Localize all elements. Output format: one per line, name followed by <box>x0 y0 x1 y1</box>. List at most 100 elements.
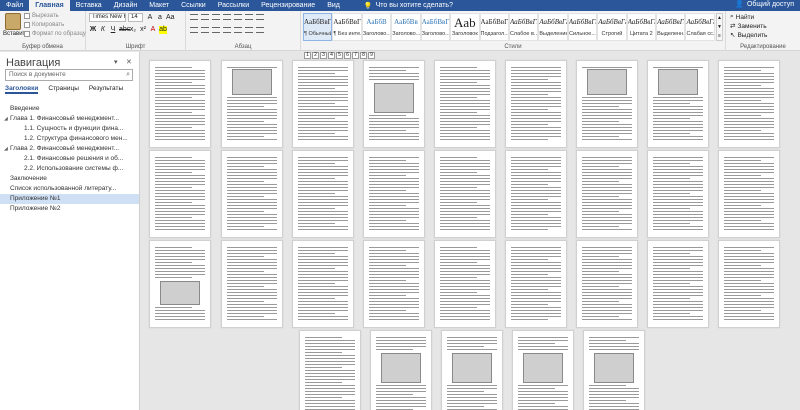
tab-layout[interactable]: Макет <box>143 0 175 11</box>
nav-heading-item[interactable]: 1.2. Структура финансового мен... <box>0 134 139 144</box>
document-area[interactable]: 123456789 <box>141 52 800 410</box>
multilevel-list-icon[interactable] <box>212 14 220 20</box>
style-item[interactable]: АаБбВвГг Цитата 2 <box>626 13 657 41</box>
page-thumbnail[interactable] <box>292 150 354 238</box>
style-item[interactable]: АаБбВвГ Заголово... <box>420 13 451 41</box>
tab-review[interactable]: Рецензирование <box>255 0 321 11</box>
page-thumbnail[interactable] <box>505 150 567 238</box>
style-item[interactable]: АаБбВвГг, ¶ Обычный <box>303 13 333 41</box>
page-thumbnail[interactable] <box>149 150 211 238</box>
underline-icon[interactable]: Ч <box>109 26 117 34</box>
tab-home[interactable]: Главная <box>29 0 70 11</box>
change-case-icon[interactable]: Aa <box>166 14 175 22</box>
page-thumbnail[interactable] <box>434 240 496 328</box>
close-icon[interactable]: ✕ <box>126 58 132 66</box>
select-button[interactable]: ↖ Выделить <box>730 31 767 40</box>
sort-icon[interactable] <box>245 14 253 20</box>
tab-references[interactable]: Ссылки <box>175 0 212 11</box>
borders-icon[interactable] <box>256 27 264 33</box>
font-name-box[interactable]: Times New R <box>89 13 126 22</box>
align-right-icon[interactable] <box>212 27 220 33</box>
page-thumbnail[interactable] <box>505 60 567 148</box>
style-item[interactable]: АаБбВвГг, ¶ Без инте... <box>332 13 362 41</box>
italic-icon[interactable]: К <box>99 26 107 34</box>
style-item[interactable]: АаБбВвГг Слабое в... <box>508 13 539 41</box>
page-thumbnail[interactable] <box>505 240 567 328</box>
nav-heading-item[interactable]: Список использованной литерату... <box>0 184 139 194</box>
style-item[interactable]: АаБбВвГг Строгий <box>597 13 627 41</box>
navigation-search-input[interactable]: Поиск в документе ⌕ <box>5 69 133 81</box>
style-item[interactable]: АаБбВвГг Слабая сс... <box>685 13 715 41</box>
page-thumbnail[interactable] <box>292 60 354 148</box>
nav-heading-item[interactable]: 1.1. Сущность и функции фина... <box>0 124 139 134</box>
page-thumbnail[interactable] <box>441 330 503 410</box>
page-thumbnail[interactable] <box>149 60 211 148</box>
font-size-box[interactable]: 14 <box>128 13 143 22</box>
nav-heading-item[interactable]: Приложение №2 <box>0 204 139 214</box>
tab-results[interactable]: Результаты <box>89 85 123 94</box>
tab-design[interactable]: Дизайн <box>108 0 144 11</box>
align-center-icon[interactable] <box>201 27 209 33</box>
tell-me-box[interactable]: 💡 Что вы хотите сделать? <box>364 2 453 10</box>
page-thumbnail[interactable] <box>647 60 709 148</box>
page-thumbnail[interactable] <box>718 240 780 328</box>
tab-headings[interactable]: Заголовки <box>5 85 39 94</box>
nav-heading-item[interactable]: 2.1. Финансовые решения и об... <box>0 154 139 164</box>
page-thumbnail[interactable] <box>221 60 283 148</box>
pane-options-icon[interactable]: ▾ <box>114 58 118 66</box>
page-thumbnail[interactable] <box>221 240 283 328</box>
bold-icon[interactable]: Ж <box>89 26 97 34</box>
page-thumbnail[interactable] <box>370 330 432 410</box>
page-thumbnail[interactable] <box>221 150 283 238</box>
chevron-up-icon[interactable]: ▲ <box>717 14 722 23</box>
style-item[interactable]: АаБбВвГг Выделение <box>538 13 568 41</box>
tab-insert[interactable]: Вставка <box>70 0 108 11</box>
style-item[interactable]: АаБбВвГг Сильное... <box>567 13 598 41</box>
page-thumbnail[interactable] <box>718 60 780 148</box>
style-item[interactable]: АаБбВв Заголово... <box>391 13 421 41</box>
numbering-icon[interactable] <box>201 14 209 20</box>
shading-icon[interactable] <box>245 27 253 33</box>
page-thumbnail[interactable] <box>292 240 354 328</box>
page-thumbnail[interactable] <box>576 150 638 238</box>
nav-heading-item[interactable]: ◢ Глава 1. Финансовый менеджмент... <box>0 114 139 124</box>
page-thumbnail[interactable] <box>512 330 574 410</box>
pilcrow-icon[interactable] <box>256 14 264 20</box>
shrink-font-icon[interactable]: a <box>156 14 164 22</box>
strikethrough-icon[interactable]: abc <box>119 26 130 34</box>
decrease-indent-icon[interactable] <box>223 14 231 20</box>
page-thumbnail[interactable] <box>434 150 496 238</box>
page-thumbnail[interactable] <box>149 240 211 328</box>
tab-mailings[interactable]: Рассылки <box>212 0 255 11</box>
tab-file[interactable]: Файл <box>0 0 29 11</box>
superscript-icon[interactable]: x² <box>139 26 147 34</box>
nav-heading-item[interactable]: ◢ Глава 2. Финансовый менеджмент... <box>0 144 139 154</box>
tab-view[interactable]: Вид <box>321 0 346 11</box>
paste-button[interactable]: Вставить <box>3 13 28 37</box>
page-thumbnail[interactable] <box>647 240 709 328</box>
tab-pages[interactable]: Страницы <box>48 85 79 94</box>
gallery-more-icon[interactable]: ≡ <box>717 32 722 41</box>
nav-heading-item[interactable]: Заключение <box>0 174 139 184</box>
line-spacing-icon[interactable] <box>234 27 242 33</box>
cut-button[interactable]: Вырезать <box>24 13 59 19</box>
page-thumbnail[interactable] <box>299 330 361 410</box>
increase-indent-icon[interactable] <box>234 14 242 20</box>
nav-heading-item[interactable]: Введение <box>0 104 139 114</box>
copy-button[interactable]: Копировать <box>24 22 64 28</box>
page-thumbnail[interactable] <box>363 150 425 238</box>
align-left-icon[interactable] <box>190 27 198 33</box>
chevron-down-icon[interactable]: ▼ <box>717 23 722 32</box>
share-button[interactable]: 👤 Общий доступ <box>735 0 794 9</box>
style-item[interactable]: Aab Заголовок <box>450 13 480 41</box>
highlight-icon[interactable]: ab <box>159 26 167 34</box>
style-item[interactable]: АаБбВ Заголово... <box>361 13 392 41</box>
font-color-icon[interactable]: A <box>149 26 157 34</box>
grow-font-icon[interactable]: A <box>146 14 154 22</box>
page-thumbnail[interactable] <box>718 150 780 238</box>
page-thumbnail[interactable] <box>576 240 638 328</box>
page-thumbnail[interactable] <box>583 330 645 410</box>
page-thumbnail[interactable] <box>434 60 496 148</box>
page-thumbnail[interactable] <box>363 240 425 328</box>
page-thumbnail[interactable] <box>576 60 638 148</box>
